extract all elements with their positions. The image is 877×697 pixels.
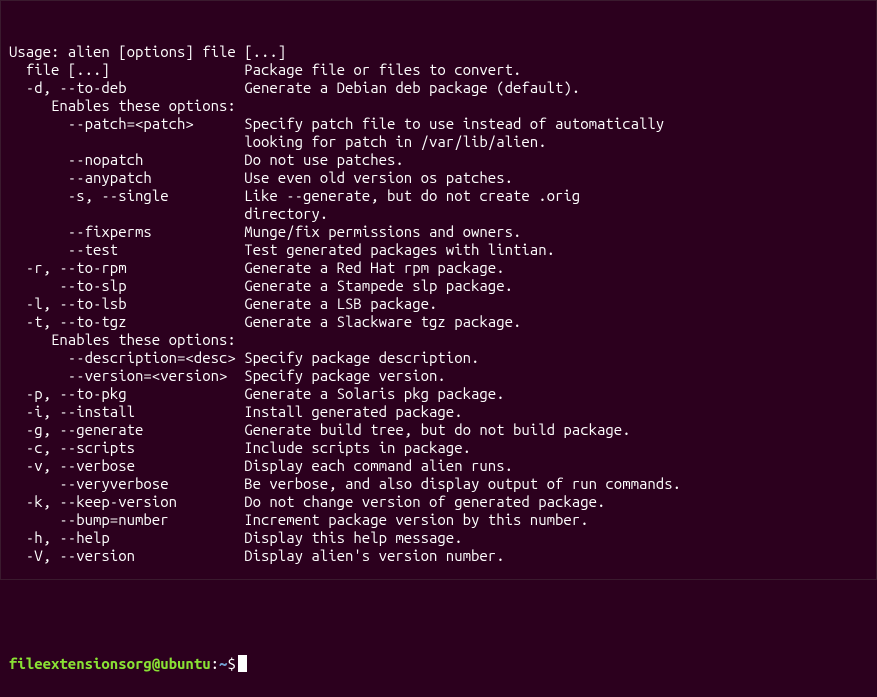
output-line: -t, --to-tgz Generate a Slackware tgz pa…	[9, 313, 868, 331]
output-line: -v, --verbose Display each command alien…	[9, 457, 868, 475]
output-line: -d, --to-deb Generate a Debian deb packa…	[9, 79, 868, 97]
output-line: -h, --help Display this help message.	[9, 529, 868, 547]
output-line: --test Test generated packages with lint…	[9, 241, 868, 259]
output-line: directory.	[9, 205, 868, 223]
prompt-symbol: $	[227, 655, 235, 672]
output-line: -c, --scripts Include scripts in package…	[9, 439, 868, 457]
output-line: Enables these options:	[9, 97, 868, 115]
output-line: Enables these options:	[9, 331, 868, 349]
terminal[interactable]: Usage: alien [options] file [...] file […	[1, 1, 876, 697]
prompt-user: fileextensionsorg	[9, 655, 152, 672]
output-line: -s, --single Like --generate, but do not…	[9, 187, 868, 205]
output-line: --patch=<patch> Specify patch file to us…	[9, 115, 868, 133]
output-line: -p, --to-pkg Generate a Solaris pkg pack…	[9, 385, 868, 403]
output-line: looking for patch in /var/lib/alien.	[9, 133, 868, 151]
prompt-colon: :	[211, 655, 219, 672]
output-line: --version=<version> Specify package vers…	[9, 367, 868, 385]
prompt-host: ubuntu	[160, 655, 210, 672]
output-line: -r, --to-rpm Generate a Red Hat rpm pack…	[9, 259, 868, 277]
output-line: -k, --keep-version Do not change version…	[9, 493, 868, 511]
output-line: --bump=number Increment package version …	[9, 511, 868, 529]
prompt-line: fileextensionsorg@ubuntu:~$	[9, 655, 868, 673]
output-line: --fixperms Munge/fix permissions and own…	[9, 223, 868, 241]
help-output: Usage: alien [options] file [...] file […	[9, 43, 868, 565]
output-line: --veryverbose Be verbose, and also displ…	[9, 475, 868, 493]
output-line: --anypatch Use even old version os patch…	[9, 169, 868, 187]
output-line: --to-slp Generate a Stampede slp package…	[9, 277, 868, 295]
output-line: -l, --to-lsb Generate a LSB package.	[9, 295, 868, 313]
prompt-at: @	[152, 655, 160, 672]
output-line: file [...] Package file or files to conv…	[9, 61, 868, 79]
output-line: Usage: alien [options] file [...]	[9, 43, 868, 61]
prompt-path: ~	[219, 655, 227, 672]
output-line: -V, --version Display alien's version nu…	[9, 547, 868, 565]
cursor	[238, 655, 247, 672]
output-line: -g, --generate Generate build tree, but …	[9, 421, 868, 439]
output-line: --nopatch Do not use patches.	[9, 151, 868, 169]
output-line: -i, --install Install generated package.	[9, 403, 868, 421]
output-line: --description=<desc> Specify package des…	[9, 349, 868, 367]
blank-line	[9, 601, 868, 619]
